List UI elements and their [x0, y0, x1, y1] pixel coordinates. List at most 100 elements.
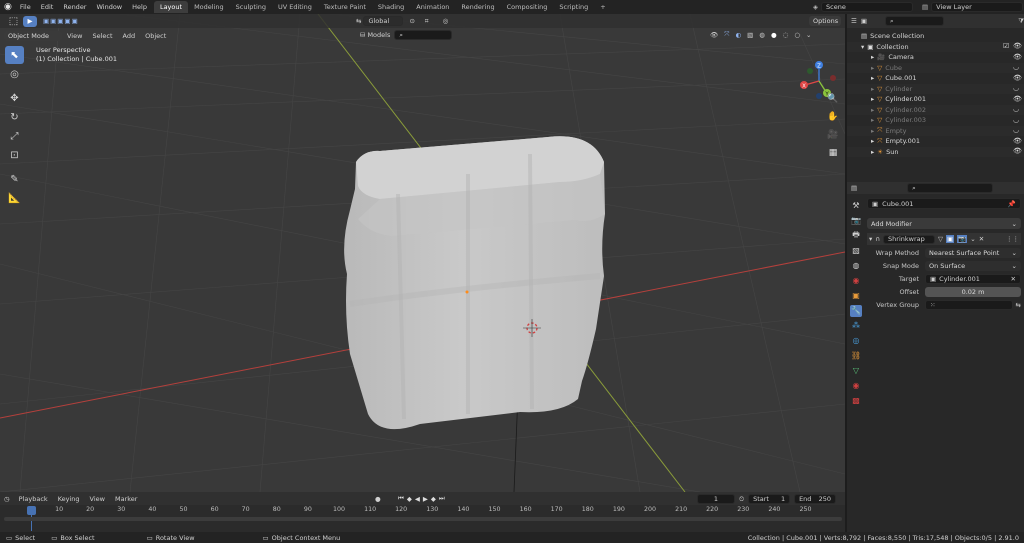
next-keyframe-icon[interactable]: ◆	[431, 495, 436, 503]
view-layer-field[interactable]: View Layer	[931, 2, 1024, 12]
gizmo-neg-x-icon[interactable]	[830, 75, 836, 81]
orientation-dropdown[interactable]: Global	[363, 16, 404, 26]
scene-field[interactable]: Scene	[821, 2, 913, 12]
tab-tool-icon[interactable]: ⚒	[850, 200, 862, 212]
scale-tool-icon[interactable]: ⤢	[5, 127, 24, 145]
scene-collection-row[interactable]: ▤ Scene Collection	[847, 31, 1024, 42]
tab-view-layer-icon[interactable]: ▧	[850, 245, 862, 257]
visibility-eye-icon[interactable]: ◡	[1013, 116, 1020, 124]
delete-modifier-icon[interactable]: ✕	[979, 235, 984, 243]
cursor-tool-icon[interactable]: ◎	[5, 65, 24, 83]
vertex-group-field[interactable]: ⁙	[925, 300, 1013, 310]
visibility-eye-icon[interactable]: ◡	[1013, 106, 1020, 113]
snap-icon[interactable]: ⌗	[425, 17, 429, 26]
transform-tool-icon[interactable]: ⊡	[5, 146, 24, 164]
tab-layout[interactable]: Layout	[153, 1, 189, 13]
outliner-item[interactable]: ▸ ⤧ Empty ◡	[847, 125, 1024, 136]
blender-logo-icon[interactable]: ◉	[4, 2, 12, 12]
outliner-editor-icon[interactable]: ☰	[851, 17, 857, 25]
prev-keyframe-icon[interactable]: ◆	[407, 495, 412, 503]
tab-rendering[interactable]: Rendering	[455, 1, 500, 13]
viewport-menu-object[interactable]: Object	[140, 32, 171, 40]
rotate-tool-icon[interactable]: ↻	[5, 108, 24, 126]
measure-tool-icon[interactable]: 📐	[5, 189, 24, 207]
menu-file[interactable]: File	[15, 3, 36, 11]
tab-physics-icon[interactable]: ◎	[850, 335, 862, 347]
overlay-toggle-icon[interactable]: ◐	[735, 31, 741, 39]
visibility-eye-icon[interactable]: 👁	[1013, 53, 1022, 61]
select-mode-icons[interactable]: ▣▣▣▣▣	[43, 17, 79, 25]
play-icon[interactable]: ▶	[423, 495, 428, 503]
view-layer-selector[interactable]: ▤ View Layer	[922, 2, 1024, 12]
menu-edit[interactable]: Edit	[36, 3, 59, 11]
viewport-menu-add[interactable]: Add	[118, 32, 141, 40]
gizmo-neg-y-icon[interactable]	[807, 68, 813, 74]
wrap-method-dropdown[interactable]: Nearest Surface Point ⌄	[925, 248, 1021, 258]
view-object-types-icon[interactable]: 👁	[710, 31, 718, 39]
expand-arrow-icon[interactable]: ▸	[871, 85, 874, 93]
properties-editor-icon[interactable]: ▤	[851, 184, 857, 192]
pivot-icon[interactable]: ⊙	[409, 17, 414, 25]
timeline-scrollbar[interactable]	[4, 517, 842, 521]
expand-arrow-icon[interactable]: ▸	[871, 53, 874, 61]
tab-animation[interactable]: Animation	[410, 1, 455, 13]
modifier-name-input[interactable]: Shrinkwrap	[883, 234, 936, 244]
add-workspace-button[interactable]: +	[594, 1, 611, 13]
collection-row[interactable]: ▾ ▣ Collection ☑ 👁	[847, 41, 1024, 52]
visibility-eye-icon[interactable]: ◡	[1013, 64, 1020, 71]
perspective-toggle-icon[interactable]: ▦	[826, 146, 840, 160]
expand-arrow-icon[interactable]: ▸	[871, 116, 874, 124]
tab-texture-icon[interactable]: ▩	[850, 395, 862, 407]
timeline-menu-keying[interactable]: Keying	[53, 495, 85, 503]
scene-selector[interactable]: ◈ Scene	[813, 2, 913, 12]
editor-type-icon[interactable]: ⬚	[4, 14, 23, 30]
outliner-item[interactable]: ▸ 🎥 Camera 👁	[847, 52, 1024, 63]
object-name-field[interactable]: ▣ Cube.001 📌	[867, 198, 1021, 209]
outliner-item[interactable]: ▸ ▽ Cube.001 👁	[847, 73, 1024, 84]
invert-vertex-group-icon[interactable]: ⇆	[1016, 301, 1021, 309]
jump-end-icon[interactable]: ⏭	[439, 494, 445, 503]
outliner-search-input[interactable]: ⌕	[884, 16, 945, 26]
timeline-editor-icon[interactable]: ◷	[4, 495, 10, 503]
menu-window[interactable]: Window	[91, 3, 127, 11]
filter-icon[interactable]: ⧩	[1018, 17, 1024, 26]
play-reverse-icon[interactable]: ◀	[415, 495, 420, 503]
tab-scene-icon[interactable]: ◍	[850, 260, 862, 272]
visibility-eye-icon[interactable]: 👁	[1013, 137, 1022, 145]
clear-icon[interactable]: ✕	[1011, 275, 1016, 283]
edit-mode-toggle-icon[interactable]: ▽	[938, 235, 943, 243]
outliner-item[interactable]: ▸ ▽ Cube ◡	[847, 62, 1024, 73]
expand-arrow-icon[interactable]: ▸	[871, 148, 874, 156]
tab-constraints-icon[interactable]: ⛓	[850, 350, 862, 362]
camera-view-icon[interactable]: 🎥	[826, 128, 840, 142]
visibility-eye-icon[interactable]: 👁	[1013, 148, 1022, 155]
shading-solid-icon[interactable]: ●	[771, 31, 777, 39]
zoom-icon[interactable]: 🔍	[826, 92, 840, 106]
tab-particles-icon[interactable]: ⁂	[850, 320, 862, 332]
models-search-input[interactable]: ⌕	[394, 30, 453, 40]
gizmo-neg-z-icon[interactable]	[816, 93, 822, 99]
visibility-eye-icon[interactable]: 👁	[1013, 95, 1022, 103]
tab-compositing[interactable]: Compositing	[501, 1, 554, 13]
tab-shading[interactable]: Shading	[372, 1, 410, 13]
3d-viewport[interactable]: ⬚ ▸ ▣▣▣▣▣ ⇆ Global ⊙ ⌗ ◎ Options Object …	[0, 14, 845, 492]
annotate-tool-icon[interactable]: ✎	[5, 170, 24, 188]
outliner-item[interactable]: ▸ ▽ Cylinder.003 ◡	[847, 115, 1024, 126]
expand-arrow-icon[interactable]: ▸	[871, 127, 874, 135]
move-tool-icon[interactable]: ✥	[5, 89, 24, 107]
shading-material-icon[interactable]: ◌	[783, 31, 789, 39]
tab-modeling[interactable]: Modeling	[188, 1, 230, 13]
viewport-toggle-icon[interactable]: ▣	[946, 235, 955, 243]
visibility-eye-icon[interactable]: 👁	[1013, 74, 1022, 82]
outliner-item[interactable]: ▸ ▽ Cylinder.001 👁	[847, 94, 1024, 105]
end-frame-input[interactable]: End 250	[794, 494, 837, 504]
jump-start-icon[interactable]: ⏮	[398, 494, 404, 503]
modifier-dropdown-icon[interactable]: ⌄	[970, 235, 975, 243]
snap-mode-dropdown[interactable]: On Surface ⌄	[925, 261, 1021, 271]
target-field[interactable]: ▣ Cylinder.001 ✕	[925, 274, 1021, 284]
tab-sculpting[interactable]: Sculpting	[230, 1, 272, 13]
tab-uv-editing[interactable]: UV Editing	[272, 1, 318, 13]
tab-modifier-wrench-icon[interactable]: 🔧	[850, 304, 862, 317]
tab-output-icon[interactable]: 🖶	[850, 230, 862, 242]
add-modifier-dropdown[interactable]: Add Modifier ⌄	[867, 218, 1021, 229]
